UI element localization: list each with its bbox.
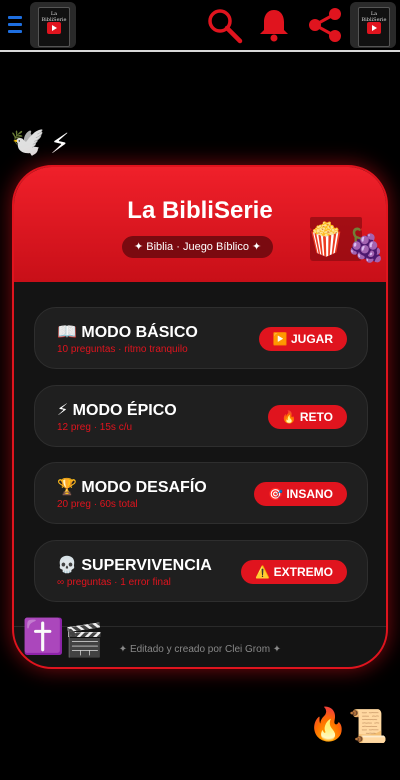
popcorn-icon: 🍿 [306, 221, 346, 257]
menu-icon[interactable] [8, 16, 22, 34]
cross-icon: ✝️ [22, 618, 65, 656]
bell-icon[interactable] [255, 6, 293, 44]
jugar-button[interactable]: ▶️ JUGAR [258, 327, 347, 351]
play-icon [47, 22, 61, 34]
extremo-button[interactable]: ⚠️ EXTREMO [241, 560, 347, 584]
grapes-icon: 🍇 [346, 227, 386, 263]
play-icon [367, 22, 381, 34]
search-icon[interactable] [205, 6, 243, 44]
mode-subtitle: 12 preg · 15s c/u [57, 422, 133, 433]
dove-icon: 🕊️ [10, 126, 45, 157]
game-card: La BibliSerie ✦ Biblia · Juego Bíblico ✦… [12, 165, 388, 669]
card-subtitle: ✦ Biblia · Juego Bíblico ✦ [122, 236, 274, 258]
reto-button[interactable]: 🔥 RETO [267, 405, 347, 429]
mode-title: ⚡ MODO ÉPICO [57, 402, 177, 419]
top-bar: La BibliSerie La BibliSerie [0, 0, 400, 52]
mode-basico[interactable]: 📖 MODO BÁSICO 10 preguntas · ritmo tranq… [34, 307, 368, 369]
mode-title: 🏆 MODO DESAFÍO [57, 479, 207, 496]
mode-epico[interactable]: ⚡ MODO ÉPICO 12 preg · 15s c/u 🔥 RETO [34, 385, 368, 447]
scroll-icon: 📜 [348, 708, 388, 744]
mode-title: 💀 SUPERVIVENCIA [57, 557, 212, 574]
mode-desafio[interactable]: 🏆 MODO DESAFÍO 20 preg · 60s total 🎯 INS… [34, 462, 368, 524]
fire-icon: 🔥 [308, 706, 348, 742]
clapper-icon: 🎬 [64, 622, 104, 658]
book-icon: La BibliSerie [358, 7, 390, 47]
card-header: La BibliSerie ✦ Biblia · Juego Bíblico ✦… [14, 167, 386, 282]
insano-button[interactable]: 🎯 INSANO [254, 482, 347, 506]
profile-avatar[interactable]: La BibliSerie [350, 2, 396, 48]
mode-subtitle: ∞ preguntas · 1 error final [57, 577, 171, 588]
app-logo[interactable]: La BibliSerie [30, 2, 76, 48]
book-icon: La BibliSerie [38, 7, 70, 47]
mode-supervivencia[interactable]: 💀 SUPERVIVENCIA ∞ preguntas · 1 error fi… [34, 540, 368, 602]
lightning-icon: ⚡ [50, 128, 70, 159]
mode-subtitle: 10 preguntas · ritmo tranquilo [57, 344, 188, 355]
mode-subtitle: 20 preg · 60s total [57, 499, 138, 510]
mode-title: 📖 MODO BÁSICO [57, 324, 198, 341]
share-icon[interactable] [306, 6, 344, 44]
